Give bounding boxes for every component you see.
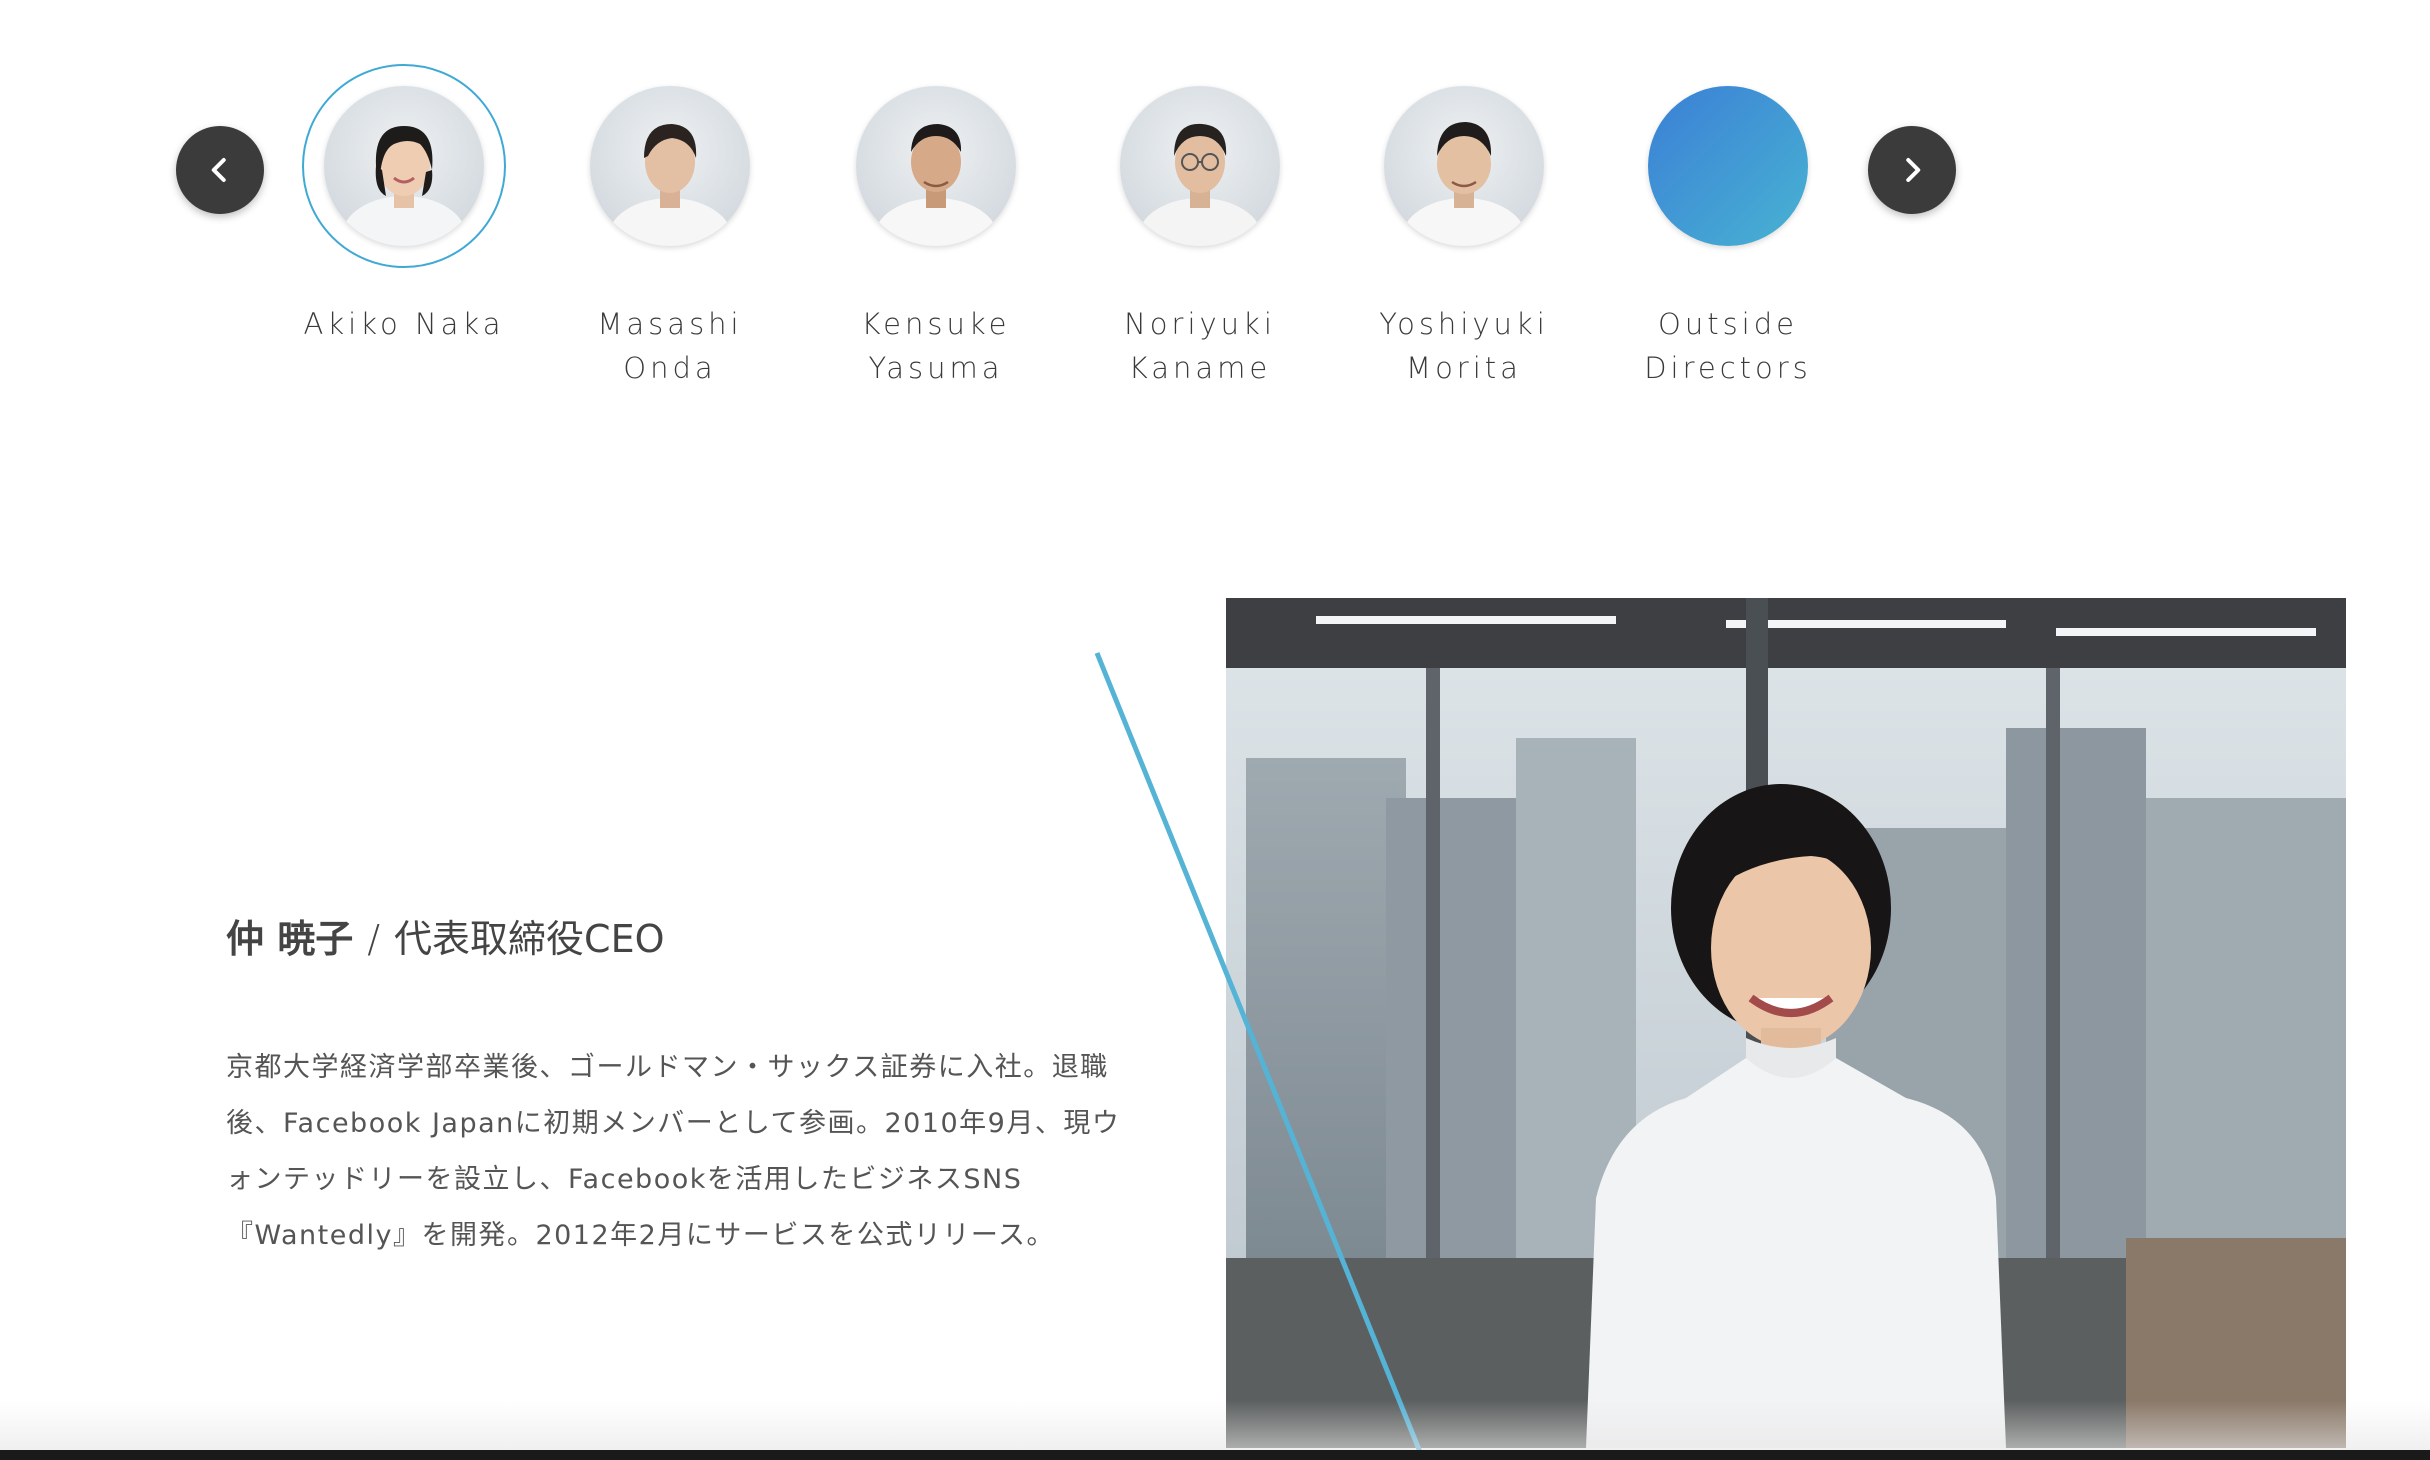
avatar <box>1120 86 1280 246</box>
bottom-bar <box>0 1450 2430 1460</box>
profile-role: 代表取締役CEO <box>394 917 665 961</box>
avatar-ring <box>1098 64 1302 268</box>
page: Akiko Naka Masashi Onda Kensuke Yasuma N… <box>0 0 2430 1460</box>
carousel-prev-button[interactable] <box>176 126 264 214</box>
member-yoshiyuki-morita[interactable]: Yoshiyuki Morita <box>1354 64 1574 390</box>
chevron-right-icon <box>1906 158 1921 182</box>
member-name: Noriyuki Kaname <box>1124 307 1276 385</box>
avatar-ring <box>1362 64 1566 268</box>
profile-bio: 京都大学経済学部卒業後、ゴールドマン・サックス証券に入社。退職後、Faceboo… <box>226 1052 1121 1251</box>
member-name: Masashi Onda <box>597 307 743 385</box>
avatar-ring <box>568 64 772 268</box>
profile-name: 仲 暁子 <box>226 917 354 961</box>
member-kensuke-yasuma[interactable]: Kensuke Yasuma <box>826 64 1046 390</box>
carousel-next-button[interactable] <box>1868 126 1956 214</box>
avatar <box>324 86 484 246</box>
profile-photo <box>1226 598 2346 1448</box>
profile-title: 仲 暁子 / 代表取締役CEO <box>226 908 665 963</box>
avatar-ring <box>302 64 506 268</box>
avatar-gradient <box>1648 86 1808 246</box>
avatar-ring <box>1626 64 1830 268</box>
avatar-ring <box>834 64 1038 268</box>
avatar <box>856 86 1016 246</box>
avatar <box>590 86 750 246</box>
member-masashi-onda[interactable]: Masashi Onda <box>560 64 780 390</box>
member-noriyuki-kaname[interactable]: Noriyuki Kaname <box>1090 64 1310 390</box>
member-name: Akiko Naka <box>303 307 505 341</box>
member-name: Yoshiyuki Morita <box>1379 307 1549 385</box>
member-name: Kensuke Yasuma <box>861 307 1011 385</box>
member-outside-directors[interactable]: Outside Directors <box>1618 64 1838 390</box>
chevron-left-icon <box>211 158 226 182</box>
member-name: Outside Directors <box>1644 307 1812 385</box>
title-separator: / <box>367 917 381 961</box>
member-akiko-naka[interactable]: Akiko Naka <box>294 64 514 346</box>
avatar <box>1384 86 1544 246</box>
